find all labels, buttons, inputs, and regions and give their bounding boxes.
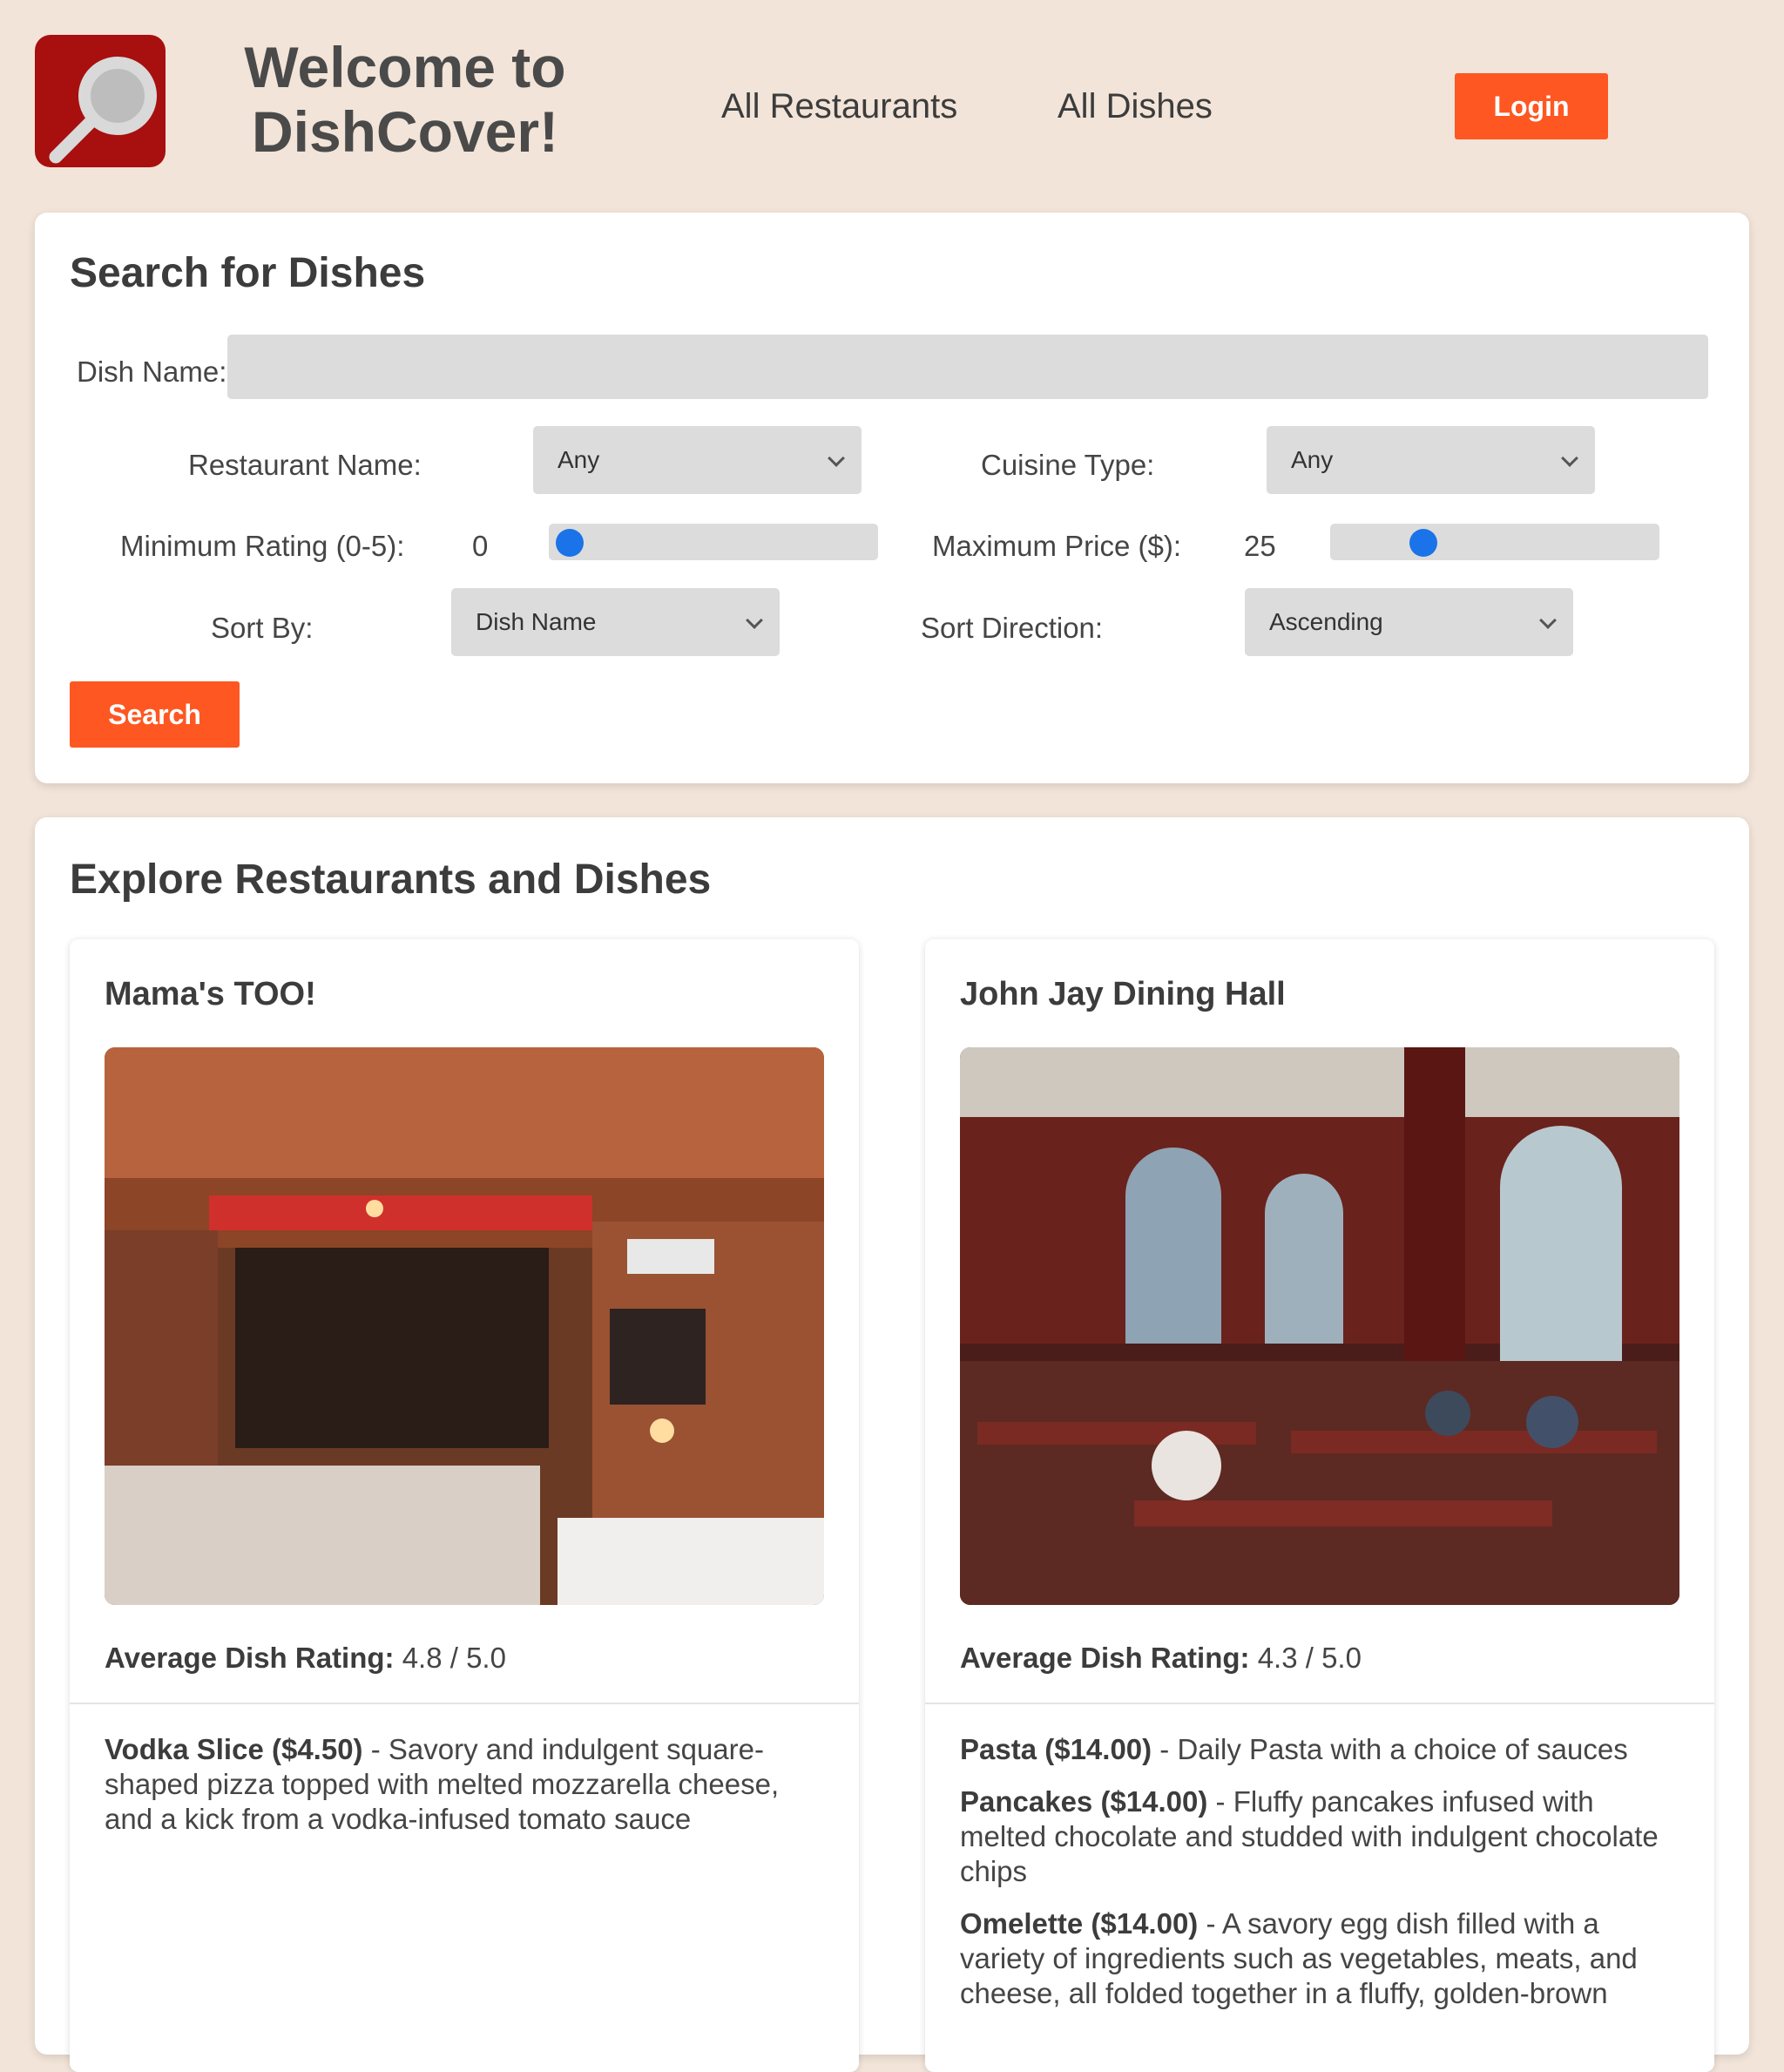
chevron-down-icon xyxy=(1561,450,1578,467)
sort-by-label: Sort By: xyxy=(211,612,314,644)
sort-by-select[interactable]: Dish Name xyxy=(451,588,780,656)
nav-all-dishes[interactable]: All Dishes xyxy=(1058,87,1213,126)
logo[interactable] xyxy=(35,35,166,167)
dish-item[interactable]: Omelette ($14.00) - A savory egg dish fi… xyxy=(960,1906,1679,2011)
sort-direction-select[interactable]: Ascending xyxy=(1245,588,1573,656)
rating-value: 4.3 / 5.0 xyxy=(1257,1642,1362,1674)
min-rating-slider[interactable] xyxy=(549,524,878,560)
magnifier-icon xyxy=(49,57,157,164)
restaurant-photo xyxy=(105,1047,824,1605)
max-price-label: Maximum Price ($): xyxy=(932,530,1182,562)
restaurant-select[interactable]: Any xyxy=(533,426,862,494)
cuisine-select-value: Any xyxy=(1291,446,1334,473)
chevron-down-icon xyxy=(1539,612,1557,629)
sort-direction-value: Ascending xyxy=(1269,608,1383,635)
site-header: Welcome to DishCover! All Restaurants Al… xyxy=(0,0,1784,200)
restaurant-name-label: Restaurant Name: xyxy=(188,449,422,481)
restaurant-name: John Jay Dining Hall xyxy=(960,976,1286,1012)
search-panel: Search for Dishes Dish Name: Restaurant … xyxy=(35,213,1749,783)
login-button[interactable]: Login xyxy=(1455,73,1608,139)
dish-title: Pancakes ($14.00) xyxy=(960,1785,1208,1818)
cuisine-select[interactable]: Any xyxy=(1267,426,1595,494)
dish-item[interactable]: Vodka Slice ($4.50) - Savory and indulge… xyxy=(105,1732,824,1837)
divider xyxy=(925,1703,1714,1704)
explore-panel: Explore Restaurants and Dishes Mama's TO… xyxy=(35,817,1749,2072)
slider-thumb[interactable] xyxy=(1409,529,1437,557)
dish-name-label: Dish Name: xyxy=(77,355,227,388)
max-price-value: 25 xyxy=(1244,530,1276,562)
average-rating: Average Dish Rating: 4.8 / 5.0 xyxy=(105,1642,506,1675)
site-title: Welcome to DishCover! xyxy=(244,35,566,164)
search-button[interactable]: Search xyxy=(70,681,240,748)
average-rating: Average Dish Rating: 4.3 / 5.0 xyxy=(960,1642,1362,1675)
restaurant-card[interactable]: Mama's TOO! Average Dish Rating: 4.8 / 5… xyxy=(70,939,859,2072)
dish-title: Pasta ($14.00) xyxy=(960,1733,1152,1765)
cuisine-type-label: Cuisine Type: xyxy=(981,449,1155,481)
dish-title: Omelette ($14.00) xyxy=(960,1907,1199,1940)
explore-title: Explore Restaurants and Dishes xyxy=(70,857,712,903)
rating-label: Average Dish Rating: xyxy=(960,1642,1250,1674)
rating-label: Average Dish Rating: xyxy=(105,1642,395,1674)
dish-name-input[interactable] xyxy=(227,335,1708,399)
sort-by-value: Dish Name xyxy=(476,608,597,635)
restaurant-name: Mama's TOO! xyxy=(105,976,316,1012)
dish-item[interactable]: Pasta ($14.00) - Daily Pasta with a choi… xyxy=(960,1732,1679,1767)
min-rating-label: Minimum Rating (0-5): xyxy=(120,530,405,562)
nav-all-restaurants[interactable]: All Restaurants xyxy=(721,87,957,126)
search-title: Search for Dishes xyxy=(70,250,426,296)
dish-list: Pasta ($14.00) - Daily Pasta with a choi… xyxy=(960,1732,1679,2028)
rating-value: 4.8 / 5.0 xyxy=(402,1642,506,1674)
min-rating-value: 0 xyxy=(472,530,489,562)
chevron-down-icon xyxy=(828,450,845,467)
dish-item[interactable]: Pancakes ($14.00) - Fluffy pancakes infu… xyxy=(960,1784,1679,1889)
restaurant-card[interactable]: John Jay Dining Hall Average Dish Rating… xyxy=(925,939,1714,2072)
sort-direction-label: Sort Direction: xyxy=(921,612,1104,644)
restaurant-photo xyxy=(960,1047,1679,1605)
dish-description: - Daily Pasta with a choice of sauces xyxy=(1152,1733,1628,1765)
restaurant-select-value: Any xyxy=(558,446,600,473)
divider xyxy=(70,1703,859,1704)
max-price-slider[interactable] xyxy=(1330,524,1659,560)
chevron-down-icon xyxy=(746,612,763,629)
dish-title: Vodka Slice ($4.50) xyxy=(105,1733,363,1765)
slider-thumb[interactable] xyxy=(556,529,584,557)
dish-list: Vodka Slice ($4.50) - Savory and indulge… xyxy=(105,1732,824,1854)
